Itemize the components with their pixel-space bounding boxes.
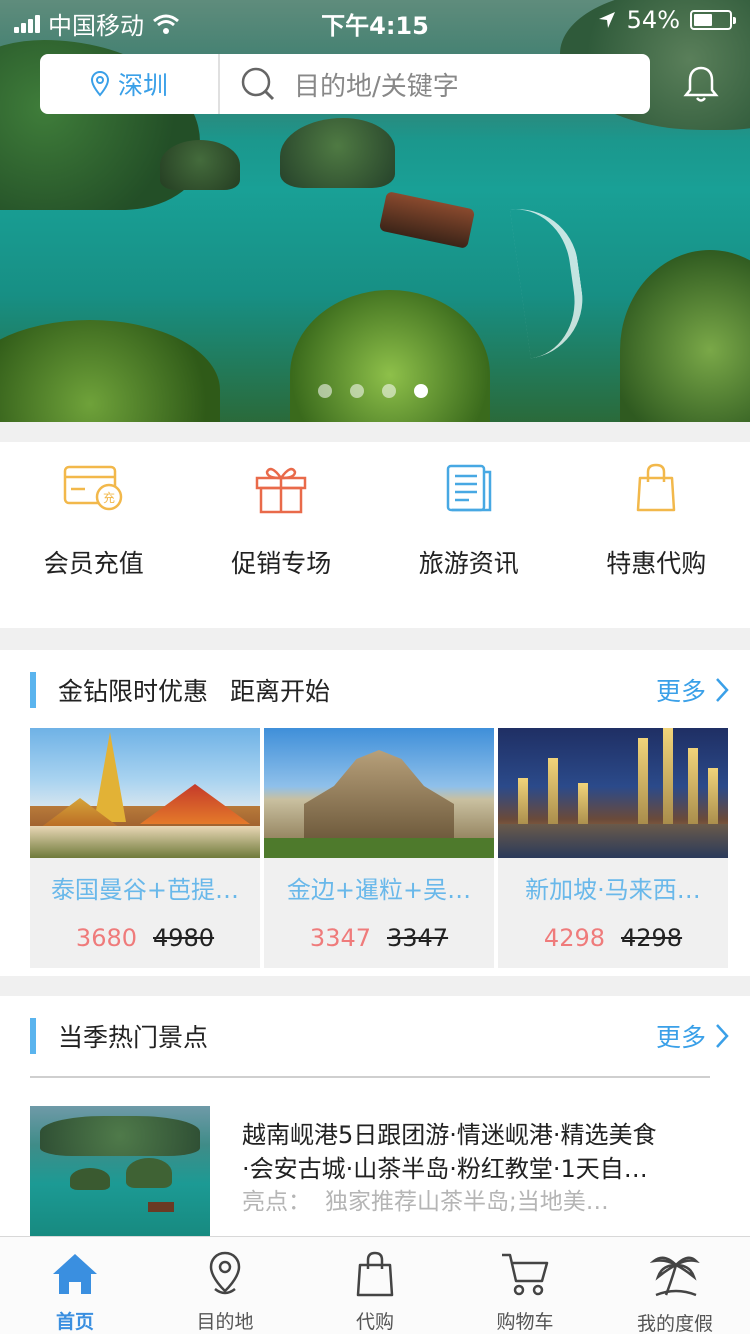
tab-home[interactable]: 首页 [0, 1237, 150, 1334]
carousel-dot[interactable] [414, 384, 428, 398]
flash-sale-header: 金钻限时优惠 距离开始 更多 [30, 670, 730, 710]
cart-icon [502, 1253, 549, 1296]
battery-percent: 54% [626, 6, 680, 34]
hot-spot-title[interactable]: 越南岘港5日跟团游·情迷岘港·精选美食 ·会安古城·山茶半岛·粉红教堂·1天自… [242, 1118, 722, 1186]
quick-travel-news[interactable]: 旅游资讯 [375, 442, 563, 628]
quick-member-recharge[interactable]: 充 会员充值 [0, 442, 188, 628]
carousel-dot[interactable] [318, 384, 332, 398]
flash-sale-countdown: 距离开始 [230, 677, 331, 706]
tab-purchase[interactable]: 代购 [300, 1237, 450, 1334]
location-arrow-icon [598, 12, 615, 28]
tab-destination-label: 目的地 [196, 1311, 254, 1333]
location-pin-icon [209, 1251, 241, 1295]
news-icon [446, 464, 491, 512]
deal-card[interactable]: 金边+暹粒+吴… 3347 3347 [264, 728, 494, 968]
flash-sale-more-link[interactable]: 更多 [656, 672, 730, 708]
svg-text:充: 充 [103, 490, 115, 505]
chevron-right-icon [716, 678, 729, 702]
notification-button[interactable] [682, 64, 720, 108]
deal-name: 金边+暹粒+吴… [286, 876, 472, 904]
deal-card[interactable]: 泰国曼谷+芭提… 3680 4980 [30, 728, 260, 968]
palm-tree-icon [650, 1256, 700, 1297]
shopping-bag-icon [356, 1251, 394, 1297]
tab-cart-label: 购物车 [496, 1311, 554, 1333]
quick-travel-news-label: 旅游资讯 [418, 549, 519, 578]
deal-card[interactable]: 新加坡·马来西… 4298 4298 [498, 728, 728, 968]
search-placeholder: 目的地/关键字 [294, 71, 459, 102]
location-pin-icon [90, 71, 109, 97]
search-input[interactable]: 目的地/关键字 [220, 66, 650, 103]
search-icon [241, 67, 275, 101]
tab-destination[interactable]: 目的地 [150, 1237, 300, 1334]
deal-price: 3347 [309, 924, 371, 952]
flash-sale-section: 金钻限时优惠 距离开始 更多 泰国曼谷+芭提… 3680 4980 金边+暹粒+… [0, 650, 750, 976]
section-divider [30, 1076, 710, 1078]
home-icon [53, 1254, 97, 1294]
city-label: 深圳 [117, 71, 168, 100]
tab-my-vacation-label: 我的度假 [636, 1313, 713, 1334]
chevron-right-icon [716, 1024, 729, 1048]
carousel-dot[interactable] [382, 384, 396, 398]
highlight-label: 亮点： [242, 1189, 311, 1215]
quick-member-recharge-label: 会员充值 [43, 549, 144, 578]
battery-icon [690, 10, 736, 30]
hot-spots-more-link[interactable]: 更多 [656, 1018, 730, 1054]
bell-icon [683, 66, 719, 102]
tab-purchase-label: 代购 [355, 1311, 394, 1333]
quick-special-purchase-label: 特惠代购 [606, 549, 707, 578]
tab-my-vacation[interactable]: 我的度假 [600, 1237, 750, 1334]
flash-sale-title: 金钻限时优惠 [58, 677, 209, 706]
hot-spot-title-line2: ·会安古城·山茶半岛·粉红教堂·1天自… [242, 1155, 648, 1183]
hot-spots-section: 当季热门景点 更多 越南岘港5日跟团游·情迷岘港·精选美食 ·会安古城·山茶半岛… [0, 996, 750, 1236]
hot-spot-highlight: 亮点： 独家推荐山茶半岛;当地美… [242, 1182, 702, 1216]
more-label: 更多 [655, 1023, 706, 1052]
deal-image-singapore [498, 728, 728, 858]
city-selector[interactable]: 深圳 [40, 54, 220, 114]
shopping-bag-icon [637, 463, 676, 512]
hot-spot-image[interactable] [30, 1106, 210, 1236]
deal-price: 3680 [75, 924, 137, 952]
deal-original-price: 4298 [621, 924, 683, 952]
tab-home-label: 首页 [55, 1311, 94, 1333]
member-card-icon: 充 [63, 465, 122, 511]
hot-spot-title-line1: 越南岘港5日跟团游·情迷岘港·精选美食 [242, 1121, 657, 1149]
carousel-indicator [318, 384, 428, 398]
hot-spots-header: 当季热门景点 更多 [30, 1016, 730, 1056]
tab-cart[interactable]: 购物车 [450, 1237, 600, 1334]
app-home-screen: { "status_bar": { "carrier": "中国移动", "ti… [0, 0, 750, 1334]
highlight-text: 独家推荐山茶半岛;当地美… [325, 1189, 609, 1215]
deal-name: 泰国曼谷+芭提… [50, 876, 240, 904]
deal-price: 4298 [543, 924, 605, 952]
deal-image-thailand [30, 728, 260, 858]
quick-special-purchase[interactable]: 特惠代购 [563, 442, 750, 628]
carousel-dot[interactable] [350, 384, 364, 398]
quick-promotion-label: 促销专场 [231, 549, 332, 578]
deal-name: 新加坡·马来西… [525, 876, 701, 904]
bottom-tab-bar: 首页 目的地 代购 购物车 我的度假 [0, 1236, 750, 1334]
status-bar: 中国移动 下午4:15 54% [0, 0, 750, 40]
search-bar: 深圳 目的地/关键字 [40, 54, 650, 114]
flash-sale-cards: 泰国曼谷+芭提… 3680 4980 金边+暹粒+吴… 3347 3347 新加… [30, 728, 728, 968]
deal-image-cambodia [264, 728, 494, 858]
quick-promotion[interactable]: 促销专场 [188, 442, 376, 628]
deal-original-price: 3347 [387, 924, 449, 952]
quick-menu: 充 会员充值 促销专场 旅游资讯 特惠代购 [0, 442, 750, 628]
hero-banner-carousel[interactable]: 中国移动 下午4:15 54% 深圳 目的地/关键字 [0, 0, 750, 422]
hot-spots-title: 当季热门景点 [58, 1023, 209, 1052]
deal-original-price: 4980 [153, 924, 215, 952]
gift-icon [256, 467, 307, 514]
section-accent-bar [30, 1018, 36, 1054]
more-label: 更多 [655, 677, 706, 706]
section-accent-bar [30, 672, 36, 708]
